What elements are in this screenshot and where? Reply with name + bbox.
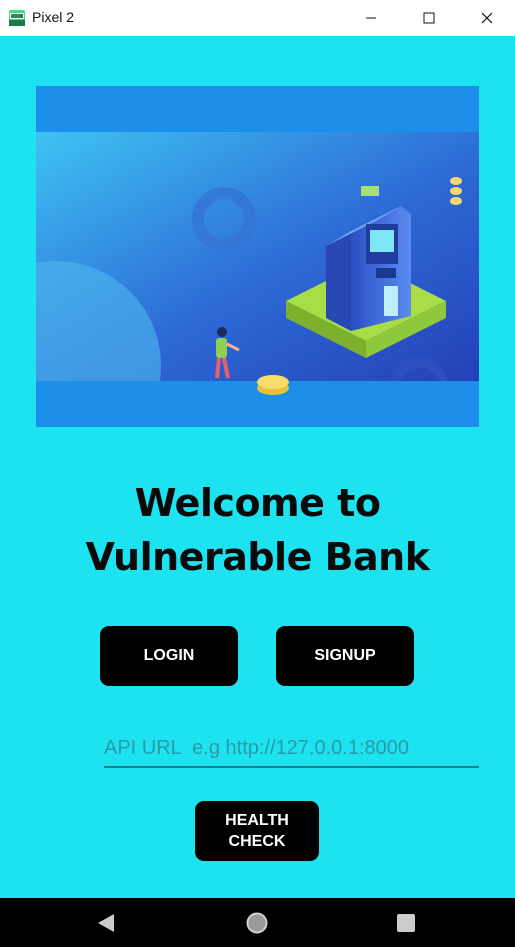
signup-button[interactable]: SIGNUP	[276, 626, 414, 686]
back-button[interactable]	[76, 898, 136, 947]
welcome-line-2: Vulnerable Bank	[85, 535, 431, 579]
title-bar: Pixel 2	[0, 0, 515, 36]
api-url-input[interactable]	[104, 730, 479, 768]
health-check-label-line-2: CHECK	[228, 833, 286, 850]
banner-image	[36, 86, 479, 427]
close-icon	[481, 12, 493, 24]
health-check-button[interactable]: HEALTH CHECK	[195, 801, 319, 861]
welcome-heading: Welcome to Vulnerable Bank	[0, 476, 515, 584]
minimize-icon	[366, 17, 376, 19]
emulator-window: Pixel 2 Welcome to Vulnerable Bank LOGIN…	[0, 0, 515, 947]
recents-icon	[397, 913, 415, 932]
maximize-button[interactable]	[400, 0, 458, 36]
login-button[interactable]: LOGIN	[100, 626, 238, 686]
home-button[interactable]	[227, 898, 287, 947]
close-button[interactable]	[458, 0, 515, 36]
welcome-line-1: Welcome to	[134, 481, 381, 525]
window-title: Pixel 2	[32, 9, 75, 25]
navigation-bar	[0, 898, 515, 947]
atm-illustration	[36, 86, 479, 427]
home-icon	[246, 912, 268, 933]
back-icon	[98, 913, 114, 932]
maximize-icon	[423, 12, 435, 24]
minimize-button[interactable]	[342, 0, 400, 36]
android-emulator-icon	[9, 10, 25, 26]
recents-button[interactable]	[376, 898, 436, 947]
app-screen: Welcome to Vulnerable Bank LOGIN SIGNUP …	[0, 36, 515, 898]
health-check-label-line-1: HEALTH	[225, 812, 289, 829]
